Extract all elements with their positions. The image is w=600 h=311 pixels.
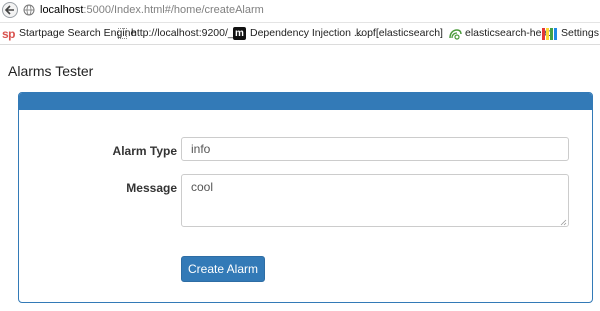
- bookmark-label: elasticsearch-head: [465, 27, 554, 39]
- alarm-type-label: Alarm Type: [112, 144, 177, 158]
- colored-bars-icon: [542, 27, 557, 40]
- create-alarm-button[interactable]: Create Alarm: [181, 256, 265, 282]
- bookmark-startpage[interactable]: sp Startpage Search Engine: [2, 26, 136, 41]
- m-icon: m: [233, 27, 246, 40]
- back-arrow-icon: [5, 5, 14, 15]
- resize-grip-icon[interactable]: [560, 219, 567, 226]
- alarm-form-panel: Alarm Type Message cool Create Alarm: [18, 92, 593, 303]
- startpage-icon: sp: [2, 26, 16, 41]
- url-field[interactable]: localhost:5000/Index.html#/home/createAl…: [40, 4, 264, 17]
- elasticsearch-icon: [449, 28, 462, 40]
- message-textarea[interactable]: cool: [181, 174, 569, 227]
- bookmark-settings[interactable]: Settings - I: [542, 26, 600, 41]
- bookmark-elasticsearch-head[interactable]: elasticsearch-head: [448, 26, 553, 41]
- url-path: :5000/Index.html#/home/createAlarm: [83, 4, 264, 16]
- bookmark-label: Settings - I: [561, 27, 600, 39]
- panel-header: [19, 93, 592, 110]
- bookmarks-bar: sp Startpage Search Engine http://localh…: [0, 23, 600, 45]
- bookmark-label: Dependency Injection ...: [250, 27, 363, 39]
- message-label: Message: [126, 181, 177, 195]
- bookmark-localhost-9200[interactable]: http://localhost:9200/_...: [118, 26, 243, 41]
- back-button[interactable]: [2, 2, 18, 18]
- bookmark-label: kopf[elasticsearch]: [356, 27, 443, 39]
- bookmark-dependency-injection[interactable]: m Dependency Injection ...: [233, 26, 363, 41]
- address-bar: localhost:5000/Index.html#/home/createAl…: [0, 0, 600, 23]
- globe-icon: [23, 4, 35, 16]
- url-host: localhost: [40, 4, 84, 16]
- bookmark-label: http://localhost:9200/_...: [131, 27, 243, 39]
- page-title: Alarms Tester: [8, 63, 94, 79]
- alarm-type-input[interactable]: [181, 137, 569, 161]
- page-icon: [118, 28, 127, 39]
- bookmark-kopf[interactable]: kopf[elasticsearch]: [356, 26, 443, 41]
